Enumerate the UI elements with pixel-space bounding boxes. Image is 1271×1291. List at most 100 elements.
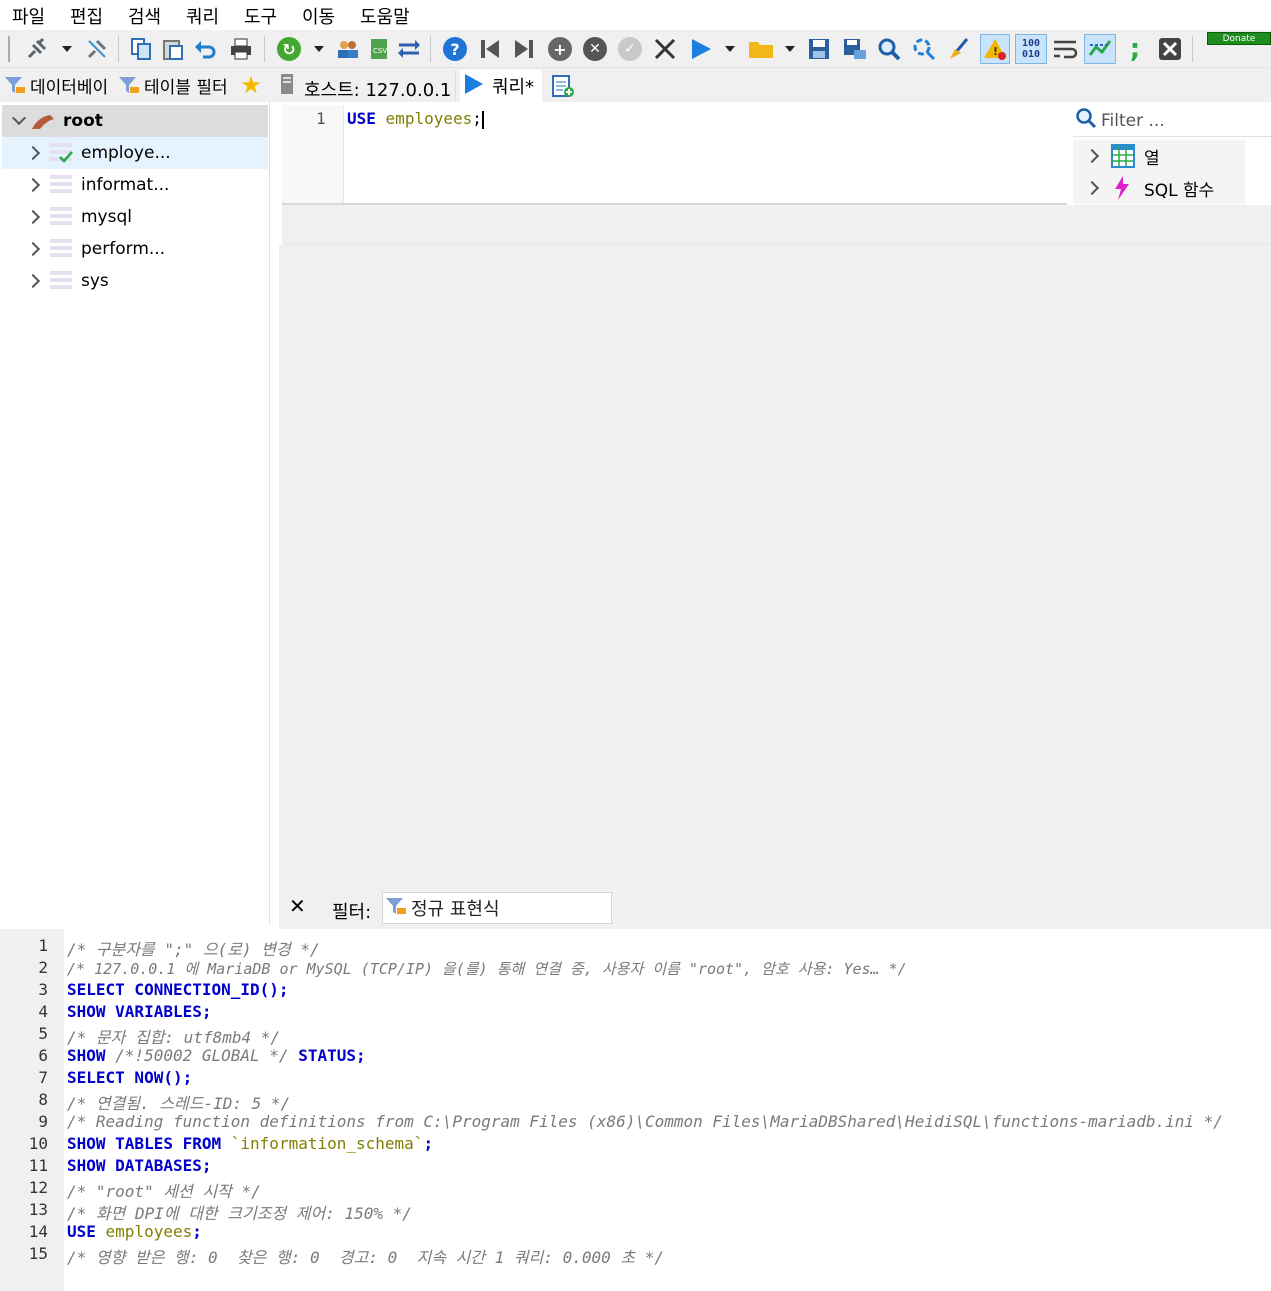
query-editor[interactable]: 1 USE employees; [282,105,1067,205]
first-icon[interactable] [477,36,503,62]
binary-icon[interactable]: 100 010 [1015,34,1047,64]
sql-function: CONNECTION_ID [124,980,260,999]
line-number: 1 [316,109,326,128]
log-entry: /* 영향 받은 행: 0 찾은 행: 0 경고: 0 지속 시간 1 쿼리: … [67,1248,665,1267]
helper-item-label: 열 [1144,148,1160,169]
log-line-number: 9 [38,1112,48,1131]
menu-go[interactable]: 이동 [302,3,335,29]
search-icon [1075,107,1097,134]
tree-item-db-0[interactable]: employe... [2,137,268,169]
refresh-icon[interactable]: ↻ [276,36,302,62]
log-line-number: 13 [28,1200,48,1219]
run-dropdown-icon[interactable] [725,46,735,52]
editor-line[interactable]: USE employees; [347,109,484,129]
new-query-tab-icon[interactable] [548,70,578,102]
run-icon[interactable] [688,36,714,62]
close-icon[interactable] [1157,36,1183,62]
helper-item-columns[interactable]: 열 [1073,140,1245,172]
tree-item-db-3[interactable]: perform... [2,233,268,265]
semicolon-label: ; [1129,34,1141,64]
sql-keyword: TABLES [105,1134,173,1153]
favorites-star-icon[interactable]: ★ [236,70,266,100]
chevron-right-icon[interactable] [1084,180,1100,196]
tree-item-db-4[interactable]: sys [2,265,268,297]
menu-query[interactable]: 쿼리 [186,3,219,29]
sql-identifier: employees [385,109,473,128]
sql-keyword: VARIABLES [105,1002,202,1021]
save-as-icon[interactable] [842,36,868,62]
regex-filter-input[interactable]: 정규 표현식 [382,892,612,924]
undo-icon[interactable] [192,36,218,62]
tree-item-db-1[interactable]: informat... [2,169,268,201]
chevron-right-icon[interactable] [25,241,41,257]
help-icon[interactable]: ? [442,36,468,62]
chevron-down-icon[interactable] [11,110,27,126]
replace-icon[interactable] [911,36,937,62]
delete-icon[interactable]: ✕ [582,36,608,62]
chevron-right-icon[interactable] [25,273,41,289]
wrap-icon[interactable] [1052,36,1078,62]
print-icon[interactable] [228,36,254,62]
clear-icon[interactable] [946,36,972,62]
sql-keyword: FROM [172,1134,222,1153]
sql-keyword: SHOW [67,1156,106,1175]
tab-host[interactable]: 호스트: 127.0.0.1 [280,70,456,102]
sql-punct: (); [163,1068,193,1087]
connect-icon[interactable] [24,36,50,62]
log-entry: /* "root" 세션 시작 */ [67,1182,261,1201]
donate-button[interactable]: Donate [1207,32,1271,45]
last-icon[interactable] [511,36,537,62]
save-icon[interactable] [806,36,832,62]
refresh-dropdown-icon[interactable] [314,46,324,52]
disconnect-icon[interactable] [84,36,110,62]
export-csv-icon[interactable]: CSV [366,36,392,62]
chevron-right-icon[interactable] [25,209,41,225]
menu-tools[interactable]: 도구 [244,3,277,29]
binary-label-top: 100 [1021,38,1041,49]
log-line-number: 6 [38,1046,48,1065]
database-icon [50,174,72,196]
tree-item-db-2[interactable]: mysql [2,201,268,233]
menu-edit[interactable]: 편집 [70,3,103,29]
tree-item-label: mysql [81,207,132,227]
close-filter-icon[interactable]: ✕ [289,894,306,918]
helper-filter-input[interactable]: Filter ... [1073,105,1271,137]
chevron-right-icon[interactable] [1084,148,1100,164]
sql-comment: /*!50002 GLOBAL */ [105,1046,299,1065]
chevron-right-icon[interactable] [25,177,41,193]
helper-item-sql-functions[interactable]: SQL 함수 [1073,172,1245,204]
server-dolphin-icon [30,111,56,136]
sql-punct: ; [192,1222,202,1241]
connect-dropdown-icon[interactable] [62,46,72,52]
warning-icon[interactable]: ! [980,34,1010,64]
sql-keyword: DATABASES [105,1156,202,1175]
open-dropdown-icon[interactable] [785,46,795,52]
log-entry: USE employees; [67,1222,202,1241]
semicolon-icon[interactable]: ; [1122,34,1148,64]
database-tree: root employe... informat... mysql perfor… [2,102,270,925]
menu-search[interactable]: 검색 [128,3,161,29]
open-folder-icon[interactable] [748,36,774,62]
tab-query[interactable]: 쿼리* [460,70,542,102]
explain-icon[interactable] [1084,34,1116,64]
cancel-icon[interactable] [652,36,678,62]
toolbar-grip[interactable] [8,36,10,62]
paste-icon[interactable] [160,36,186,62]
sync-icon[interactable] [396,36,422,62]
tab-database-filter[interactable]: 데이터베이 [4,70,116,100]
menu-help[interactable]: 도움말 [360,3,410,29]
menu-file[interactable]: 파일 [12,3,45,29]
chevron-right-icon[interactable] [25,145,41,161]
sql-log[interactable]: 1 2 3 4 5 6 7 8 9 10 11 12 13 14 15 /* 구… [0,929,1271,1291]
find-icon[interactable] [876,36,902,62]
post-icon[interactable]: ✓ [617,36,643,62]
copy-icon[interactable] [128,36,154,62]
result-tabs-bar [282,205,1271,245]
log-entry: /* 문자 집합: utf8mb4 */ [67,1028,281,1047]
log-entry: SHOW /*!50002 GLOBAL */ STATUS; [67,1046,366,1065]
user-manager-icon[interactable] [335,36,361,62]
tree-root-node[interactable]: root [2,105,268,137]
add-icon[interactable]: + [547,36,573,62]
editor-gutter: 1 [282,105,344,203]
tab-table-filter[interactable]: 테이블 필터 [118,70,232,100]
